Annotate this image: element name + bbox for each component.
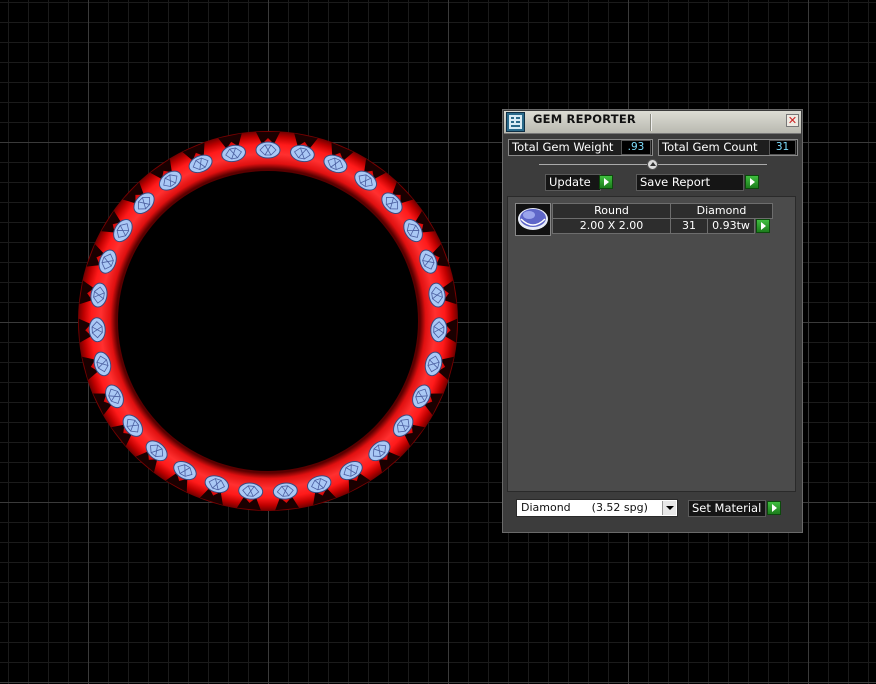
update-button[interactable]: Update [545,174,601,191]
chevron-down-icon[interactable] [662,501,676,515]
gem-count-cell: 31 [670,218,708,234]
title-divider [650,114,652,131]
save-report-button[interactable]: Save Report [636,174,744,191]
save-report-go-icon[interactable] [745,175,759,189]
gem-setting [430,317,458,343]
gem-size-cell: 2.00 X 2.00 [552,218,671,234]
title-bar[interactable]: GEM REPORTER ✕ [504,111,801,134]
material-select[interactable]: Diamond (3.52 spg) [516,499,678,517]
ring-model[interactable] [60,115,480,535]
gem-material-cell: Diamond [670,203,773,219]
gem-reporter-app-icon [506,112,525,132]
gem-row-go-icon[interactable] [756,219,770,233]
update-go-icon[interactable] [599,175,613,189]
gem-reporter-panel: GEM REPORTER ✕ Total Gem Weight .93 Tota… [502,109,803,533]
round-gem-icon [515,203,551,236]
panel-slider-handle[interactable] [647,159,658,170]
gem-setting [78,317,106,343]
gem-shape-cell: Round [552,203,671,219]
gem-list[interactable]: Round 2.00 X 2.00 Diamond 31 0.93tw [507,196,796,492]
panel-title: GEM REPORTER [533,112,636,126]
gem-weight-cell: 0.93tw [707,218,755,234]
set-material-button[interactable]: Set Material [688,500,766,517]
set-material-go-icon[interactable] [767,501,781,515]
gem-setting [255,132,281,159]
close-icon[interactable]: ✕ [786,114,799,127]
total-gem-weight-value: .93 [621,140,651,155]
total-gem-count-value: 31 [769,140,796,155]
material-select-value: Diamond (3.52 spg) [521,501,648,514]
